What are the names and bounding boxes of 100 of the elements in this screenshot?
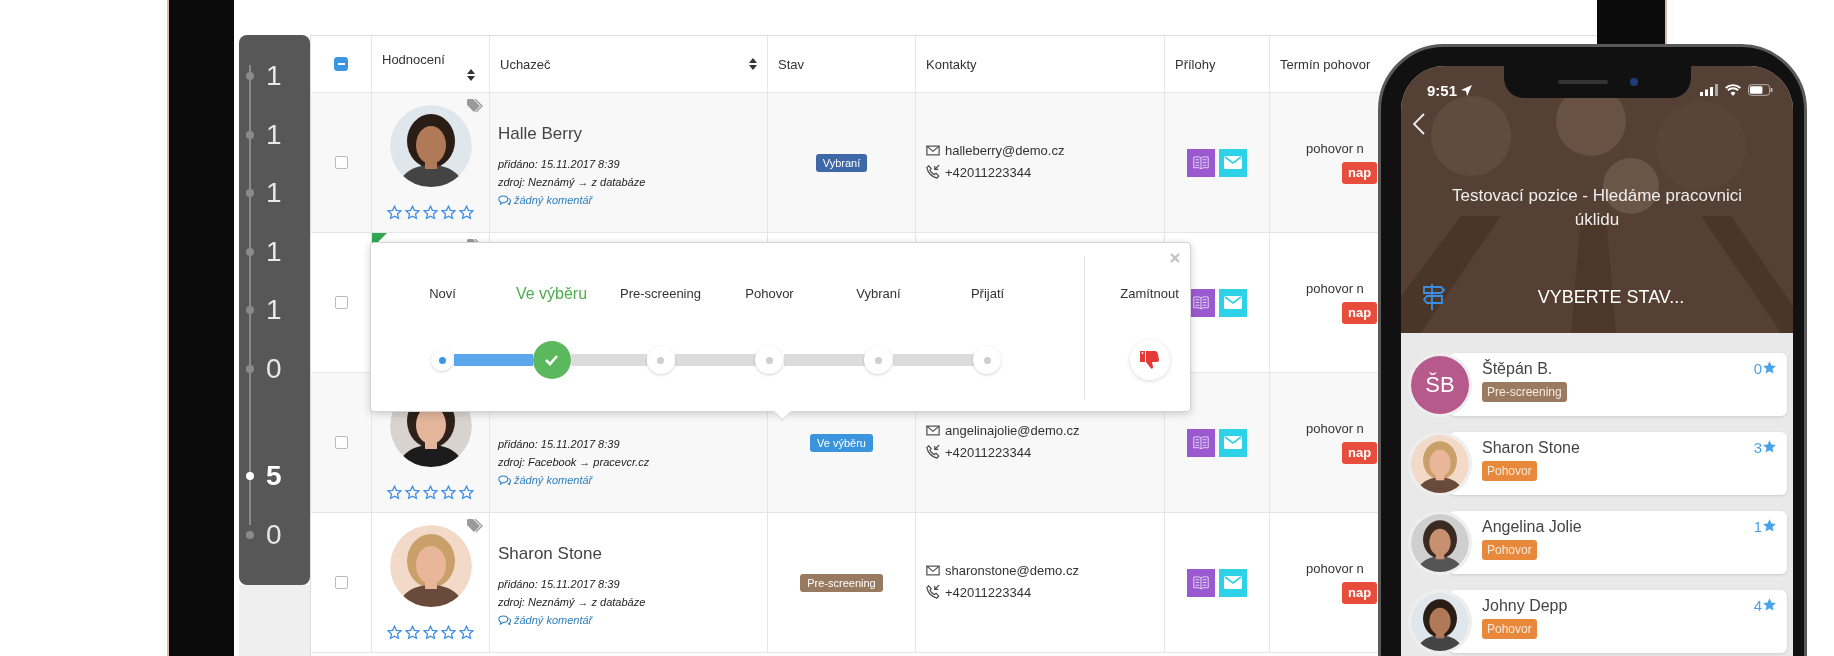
- status-step[interactable]: Přijatí: [970, 284, 1005, 380]
- star-icon[interactable]: [441, 485, 456, 500]
- added-date: přidáno: 15.11.2017 8:39: [498, 437, 621, 452]
- rating-count: 0: [1753, 360, 1762, 377]
- phone-icon: [926, 585, 940, 599]
- comment-link[interactable]: žádný komentář: [498, 471, 759, 489]
- star-icon[interactable]: [459, 205, 474, 220]
- status-step[interactable]: Vybraní: [856, 284, 901, 380]
- comment-icon: [498, 475, 511, 485]
- book-icon: [1192, 155, 1210, 170]
- clock-time: 9:51: [1427, 81, 1458, 99]
- timeline-item[interactable]: 0: [239, 505, 310, 564]
- status-step[interactable]: Pre-screening: [620, 284, 701, 380]
- close-icon[interactable]: [1170, 253, 1180, 263]
- timeline-item[interactable]: 1: [239, 47, 310, 106]
- comment-icon: [498, 615, 511, 625]
- message-button[interactable]: [1219, 148, 1247, 177]
- initials-avatar: ŠB: [1411, 355, 1469, 414]
- email-address[interactable]: halleberry@demo.cz: [945, 142, 1065, 158]
- star-icon: [1762, 439, 1777, 454]
- timeline-item[interactable]: 0: [239, 339, 310, 398]
- row-checkbox[interactable]: [334, 156, 348, 169]
- candidate-name: Sharon Stone: [1482, 439, 1580, 457]
- status-select[interactable]: VYBERTE STAV...: [1449, 286, 1793, 308]
- star-icon[interactable]: [423, 625, 438, 640]
- candidate-name[interactable]: Sharon Stone: [498, 543, 602, 565]
- interview-text: pohovor n: [1306, 280, 1364, 298]
- phone-number[interactable]: +42011223344: [945, 584, 1032, 600]
- row-checkbox[interactable]: [334, 296, 348, 309]
- timeline-item[interactable]: 1: [239, 105, 310, 164]
- column-header[interactable]: Hodnocení: [382, 51, 479, 67]
- interview-text: pohovor n: [1306, 420, 1364, 438]
- interview-text: pohovor n: [1306, 140, 1364, 158]
- column-header: Stav: [778, 56, 804, 72]
- timeline-item[interactable]: 1: [239, 281, 310, 340]
- envelope-icon: [926, 564, 940, 576]
- schedule-badge[interactable]: nap: [1342, 162, 1378, 184]
- star-icon[interactable]: [405, 205, 420, 220]
- star-icon[interactable]: [405, 485, 420, 500]
- back-icon[interactable]: [1413, 113, 1425, 135]
- tag-icon[interactable]: [467, 99, 483, 113]
- row-checkbox[interactable]: [334, 436, 348, 449]
- star-icon[interactable]: [441, 625, 456, 640]
- email-address[interactable]: sharonstone@demo.cz: [945, 562, 1079, 578]
- star-icon[interactable]: [405, 625, 420, 640]
- star-icon[interactable]: [459, 625, 474, 640]
- phone-number[interactable]: +42011223344: [945, 444, 1032, 460]
- star-icon[interactable]: [423, 485, 438, 500]
- star-icon[interactable]: [459, 485, 474, 500]
- rating-count: 4: [1753, 597, 1762, 614]
- tag-icon[interactable]: [467, 519, 483, 533]
- candidate-card[interactable]: Angelina Jolie Pohovor 1: [1449, 511, 1787, 574]
- phone-icon: [926, 165, 940, 179]
- column-header: Kontakty: [926, 56, 977, 72]
- star-icon[interactable]: [423, 205, 438, 220]
- status-step[interactable]: Noví: [429, 284, 456, 380]
- comment-link[interactable]: žádný komentář: [498, 611, 759, 629]
- status-badge: Pre-screening: [1482, 382, 1567, 402]
- interview-text: pohovor n: [1306, 560, 1364, 578]
- schedule-badge[interactable]: nap: [1342, 302, 1378, 324]
- envelope-icon: [926, 144, 940, 156]
- cv-button[interactable]: [1187, 148, 1215, 177]
- message-button[interactable]: [1219, 428, 1247, 457]
- row-checkbox[interactable]: [334, 576, 348, 589]
- battery-icon: [1748, 84, 1773, 96]
- signal-icon: [1700, 84, 1718, 96]
- timeline-item[interactable]: 1: [239, 222, 310, 281]
- sort-icon[interactable]: [467, 68, 475, 81]
- comment-icon: [498, 195, 511, 205]
- status-badge[interactable]: Pre-screening: [800, 573, 883, 592]
- column-header[interactable]: Uchazeč: [500, 56, 551, 72]
- schedule-badge[interactable]: nap: [1342, 582, 1378, 604]
- timeline-item[interactable]: 1: [239, 164, 310, 223]
- cv-button[interactable]: [1187, 428, 1215, 457]
- status-badge: Pohovor: [1482, 461, 1537, 481]
- star-icon[interactable]: [441, 205, 456, 220]
- email-address[interactable]: angelinajolie@demo.cz: [945, 422, 1080, 438]
- status-step[interactable]: Pohovor: [745, 284, 794, 380]
- star-icon[interactable]: [387, 205, 402, 220]
- star-icon[interactable]: [387, 625, 402, 640]
- candidate-name[interactable]: Halle Berry: [498, 123, 583, 145]
- star-icon: [1762, 518, 1777, 533]
- comment-link[interactable]: žádný komentář: [498, 191, 759, 209]
- candidate-name: Johny Depp: [1482, 597, 1568, 615]
- sort-icon[interactable]: [749, 58, 757, 70]
- column-header: Přílohy: [1175, 56, 1216, 72]
- phone-number[interactable]: +42011223344: [945, 164, 1032, 180]
- select-all-checkbox[interactable]: [334, 57, 348, 71]
- thumbs-down-icon: [1137, 348, 1162, 372]
- cv-button[interactable]: [1187, 568, 1215, 597]
- reject-button[interactable]: Zamítnout: [1112, 284, 1187, 380]
- schedule-badge[interactable]: nap: [1342, 442, 1378, 464]
- check-icon: [544, 354, 559, 366]
- timeline-item[interactable]: 5: [239, 447, 310, 506]
- candidate-card[interactable]: Johny Depp Pohovor 4: [1449, 590, 1787, 653]
- status-badge[interactable]: Vybraní: [815, 153, 868, 172]
- star-icon[interactable]: [387, 485, 402, 500]
- message-button[interactable]: [1219, 568, 1247, 597]
- candidate-card[interactable]: Sharon Stone Pohovor 3: [1449, 432, 1787, 495]
- book-icon: [1192, 435, 1210, 450]
